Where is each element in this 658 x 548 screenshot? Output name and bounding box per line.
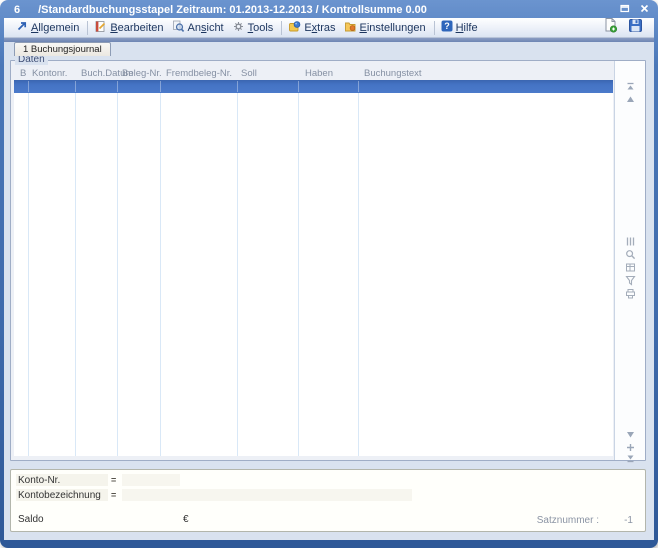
menu-separator bbox=[281, 21, 282, 35]
print-button[interactable] bbox=[624, 289, 637, 300]
print-icon bbox=[625, 286, 636, 304]
extras-icon bbox=[288, 20, 301, 36]
account-detail-panel: Konto-Nr. = Kontobezeichnung = Saldo € S… bbox=[10, 469, 646, 532]
menu-hilfe[interactable]: ? Hilfe bbox=[438, 19, 483, 36]
currency-symbol: € bbox=[183, 514, 189, 525]
column-header-haben[interactable]: Haben bbox=[305, 68, 333, 79]
column-header-buchungstext[interactable]: Buchungstext bbox=[364, 68, 422, 79]
menu-bar: Allgemein Bearbeiten Ansicht Tools bbox=[4, 18, 654, 38]
restore-button[interactable] bbox=[619, 4, 631, 16]
column-header-fremdbelegnr[interactable]: Fremdbeleg-Nr. bbox=[166, 68, 232, 79]
scroll-to-bottom-icon bbox=[626, 450, 635, 468]
tab-buchungsjournal[interactable]: 1 Buchungsjournal bbox=[14, 42, 111, 56]
tools-icon bbox=[232, 20, 245, 36]
scroll-up-icon bbox=[626, 91, 635, 109]
konto-nr-field[interactable] bbox=[122, 474, 180, 486]
save-button[interactable] bbox=[627, 20, 643, 36]
grid-header-row: B Kontonr. Buch.Datum Beleg-Nr. Fremdbel… bbox=[14, 67, 613, 80]
menu-allgemein[interactable]: Allgemein bbox=[13, 19, 84, 36]
grid-body[interactable] bbox=[14, 93, 613, 456]
satznummer-label: Satznummer : bbox=[537, 515, 599, 526]
restore-icon bbox=[620, 4, 630, 16]
satznummer-value: -1 bbox=[624, 515, 633, 526]
window-number: 6 bbox=[14, 4, 20, 16]
scroll-to-bottom-button[interactable] bbox=[624, 453, 637, 464]
grid-side-panel bbox=[614, 61, 645, 460]
ansicht-icon bbox=[172, 20, 185, 36]
column-header-belegnr[interactable]: Beleg-Nr. bbox=[122, 68, 162, 79]
menu-separator bbox=[87, 21, 88, 35]
konto-nr-equals-marker: = bbox=[111, 475, 116, 485]
menu-extras[interactable]: Extras bbox=[285, 19, 340, 37]
menu-einstellungen[interactable]: Einstellungen bbox=[341, 19, 431, 37]
column-header-soll[interactable]: Soll bbox=[241, 68, 257, 79]
column-header-kontonr[interactable]: Kontonr. bbox=[32, 68, 67, 79]
column-header-b[interactable]: B bbox=[20, 68, 26, 79]
bearbeiten-icon bbox=[94, 20, 107, 36]
einstellungen-icon bbox=[344, 20, 357, 36]
export-document-icon bbox=[603, 17, 618, 38]
app-window: 6 /Standardbuchungsstapel Zeitraum: 01.2… bbox=[0, 0, 658, 548]
allgemein-icon bbox=[16, 20, 28, 35]
saldo-label: Saldo bbox=[18, 514, 44, 525]
konto-nr-label: Konto-Nr. bbox=[16, 474, 108, 486]
menu-separator bbox=[434, 21, 435, 35]
kontobezeichnung-field[interactable] bbox=[122, 489, 412, 501]
selected-row[interactable] bbox=[14, 80, 613, 93]
save-icon bbox=[628, 18, 643, 38]
journal-grid: B Kontonr. Buch.Datum Beleg-Nr. Fremdbel… bbox=[14, 67, 613, 456]
export-document-button[interactable] bbox=[602, 20, 618, 36]
close-button[interactable] bbox=[638, 4, 650, 16]
titlebar: 6 /Standardbuchungsstapel Zeitraum: 01.2… bbox=[6, 2, 650, 17]
menu-ansicht[interactable]: Ansicht bbox=[169, 19, 229, 37]
svg-text:?: ? bbox=[444, 21, 450, 31]
daten-groupbox: B Kontonr. Buch.Datum Beleg-Nr. Fremdbel… bbox=[10, 60, 646, 461]
menu-bearbeiten[interactable]: Bearbeiten bbox=[91, 19, 168, 37]
kontobezeichnung-equals-marker: = bbox=[111, 490, 116, 500]
hilfe-icon: ? bbox=[441, 20, 453, 35]
scroll-up-button[interactable] bbox=[624, 94, 637, 105]
menu-tools[interactable]: Tools bbox=[229, 19, 279, 37]
window-title: /Standardbuchungsstapel Zeitraum: 01.201… bbox=[38, 4, 427, 16]
kontobezeichnung-label: Kontobezeichnung bbox=[16, 489, 108, 501]
close-icon bbox=[640, 4, 649, 16]
